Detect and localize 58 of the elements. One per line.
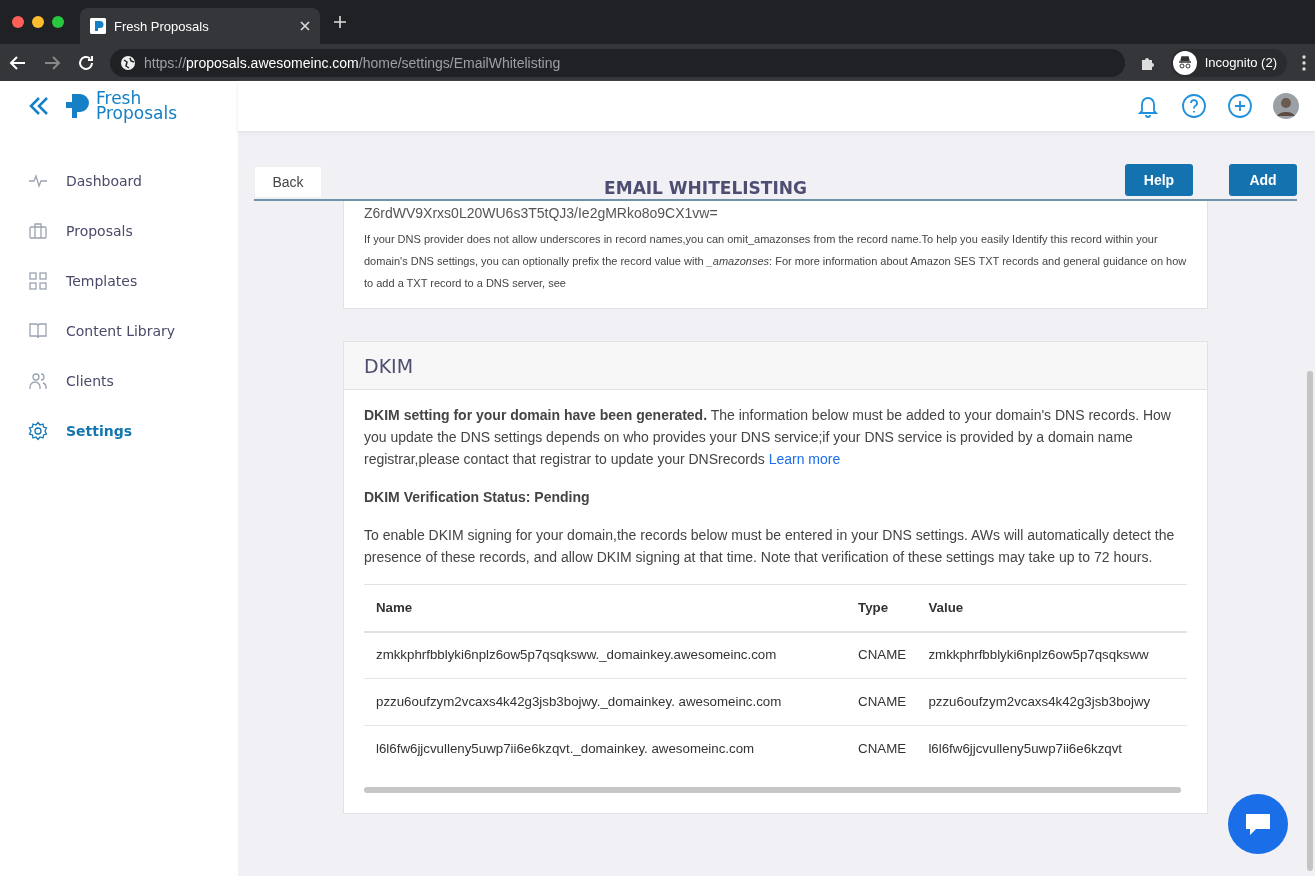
help-button[interactable]: Help (1125, 164, 1193, 196)
sidebar-item[interactable]: Clients (0, 356, 238, 406)
sidebar-item[interactable]: Content Library (0, 306, 238, 356)
help-icon[interactable] (1181, 93, 1207, 119)
verification-status: DKIM Verification Status: Pending (364, 488, 591, 507)
sidebar-item[interactable]: Templates (0, 256, 238, 306)
table-cell: pzzu6oufzym2vcaxs4k42g3jsb3bojwy (916, 678, 1187, 726)
learn-more-link[interactable]: Learn more (768, 451, 841, 467)
table-cell: zmkkphrfbblyki6nplz6ow5p7qsqksww._domainkey.awesomeinc.com (364, 631, 847, 679)
page-title: EMAIL WHITELISTING (603, 178, 808, 198)
chat-icon (1244, 811, 1272, 837)
grid-icon (28, 271, 48, 291)
logo-icon (64, 92, 90, 120)
horizontal-scrollbar[interactable] (364, 786, 1181, 793)
globe-icon (120, 54, 136, 71)
book-icon (28, 321, 48, 341)
chat-button[interactable] (1228, 794, 1288, 854)
incognito-icon (1172, 50, 1197, 75)
sidebar-item[interactable]: Proposals (0, 206, 238, 256)
back-button[interactable]: Back (254, 165, 322, 198)
add-icon[interactable] (1227, 93, 1253, 119)
address-bar[interactable]: https://proposals.awesomeinc.com/home/settings/EmailWhitelisting (110, 48, 1125, 77)
instructions-paragraph: To enable DKIM signing for your domain,the records below must be entered in your DNS settings. AWs will automatically detect the presence of these records, and allow DKIM signing at that time. Note that verification of these settings may take up to 72 hours. (364, 526, 1176, 567)
table-cell: l6l6fw6jjcvulleny5uwp7ii6e6kzqvt (916, 725, 1187, 773)
column-header: Value (916, 584, 1187, 632)
add-button[interactable]: Add (1229, 164, 1297, 196)
browser-tab[interactable]: Fresh Proposals (80, 8, 320, 44)
card-title: DKIM (364, 354, 414, 377)
record-value: Z6rdWV9Xrxs0L20WU6s3T5tQJ3/Ie2gMRko8o9CX1vw= (364, 205, 718, 221)
tab-title: Fresh Proposals (114, 18, 210, 34)
sidebar-item[interactable]: Settings (0, 406, 238, 456)
settings-icon (28, 421, 48, 441)
table-cell: l6l6fw6jjcvulleny5uwp7ii6e6kzqvt._domainkey. awesomeinc.com (364, 725, 847, 773)
incognito-profile-button[interactable]: Incognito (2) (1170, 48, 1287, 77)
table-cell: CNAME (846, 678, 917, 726)
collapse-icon[interactable] (28, 95, 50, 117)
url-text: https://proposals.awesomeinc.com/home/settings/EmailWhitelisting (144, 54, 561, 71)
app-logo[interactable]: Fresh Proposals (64, 91, 177, 121)
table-cell: zmkkphrfbblyki6nplz6ow5p7qsqksww (916, 631, 1187, 679)
menu-icon[interactable] (1301, 53, 1307, 72)
avatar-icon[interactable] (1273, 93, 1299, 119)
table-cell: pzzu6oufzym2vcaxs4k42g3jsb3bojwy._domainkey. awesomeinc.com (364, 678, 847, 726)
close-window-button[interactable] (12, 16, 24, 28)
column-header: Name (364, 584, 847, 632)
minimize-window-button[interactable] (32, 16, 44, 28)
column-header: Type (846, 584, 917, 632)
table-cell: CNAME (846, 725, 917, 773)
briefcase-icon (28, 221, 48, 241)
logo-icon (90, 18, 106, 34)
maximize-window-button[interactable] (52, 16, 64, 28)
close-tab-icon[interactable] (300, 21, 310, 31)
vertical-scrollbar[interactable] (1307, 371, 1313, 871)
new-tab-icon[interactable] (334, 16, 346, 28)
intro-paragraph: DKIM setting for your domain have been generated. The information below must be added to your domain's DNS records. How you update the DNS settings depends on who provides your DNS service;if your DNS service is provided by a domain name registrar,please contact that registrar to update your DNSrecords Learn more (364, 406, 1172, 469)
note-text: If your DNS provider does not allow underscores in record names,you can omit_amazonses from the record name.To help you easily Identify this record within your domain's DNS settings, you can optionally prefix the record value with _amazonses: For more information about Amazon SES TXT records and general guidance on how to add a TXT record to a DNS server, see (363, 232, 1188, 291)
users-icon (28, 371, 48, 391)
sidebar-item[interactable]: Dashboard (0, 156, 238, 206)
table-cell: CNAME (846, 631, 917, 679)
